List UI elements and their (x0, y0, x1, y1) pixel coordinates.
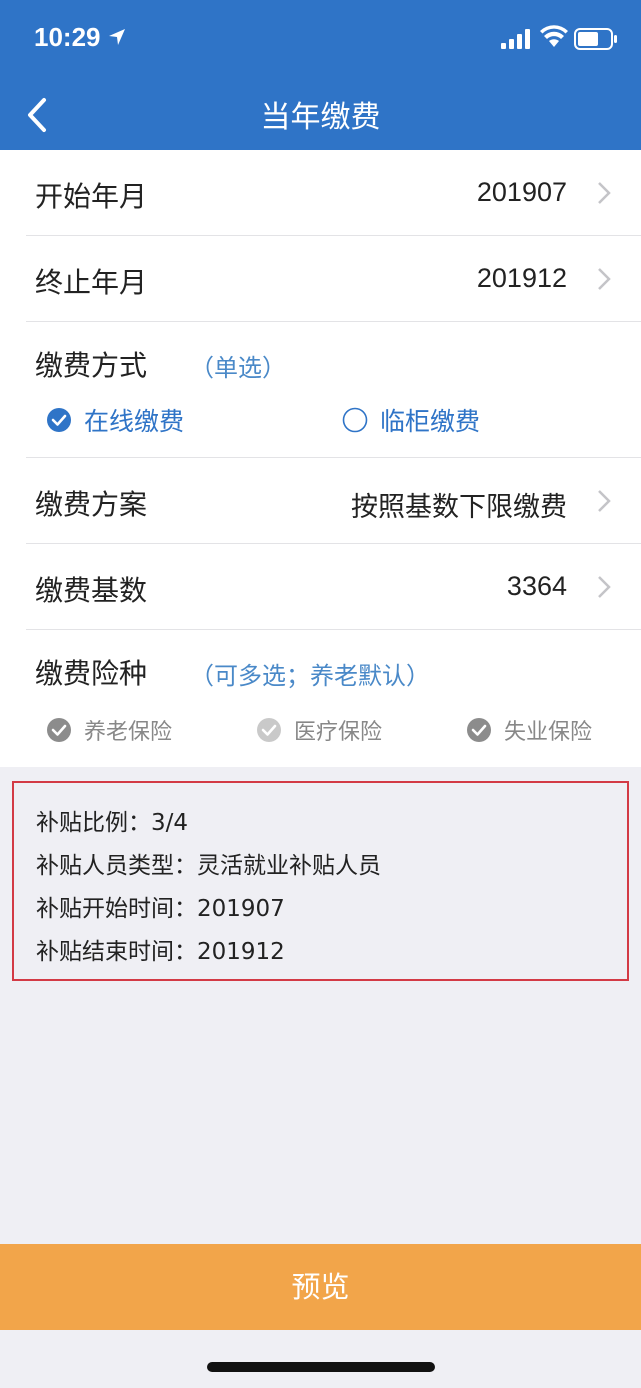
option-medical-insurance[interactable]: 医疗保险 (256, 714, 382, 746)
wifi-icon (540, 25, 568, 47)
option-unemployment-insurance[interactable]: 失业保险 (466, 714, 592, 746)
start-month-label: 开始年月 (35, 180, 148, 213)
payment-method-label: 缴费方式 (35, 349, 148, 382)
option-pension-label: 养老保险 (84, 720, 173, 745)
radio-unchecked-icon (342, 407, 368, 433)
radio-checked-icon (47, 408, 71, 432)
chevron-right-icon (598, 576, 611, 598)
insurance-section: 缴费险种 （可多选；养老默认） 养老保险 医疗保险 失业保险 (26, 630, 641, 767)
check-circle-icon (467, 718, 491, 742)
base-value: 3364 (506, 571, 567, 601)
end-month-row[interactable]: 终止年月 201912 (26, 236, 641, 322)
option-online-payment-label: 在线缴费 (84, 407, 185, 436)
payment-method-hint: （单选） (190, 354, 286, 382)
page-title: 当年缴费 (260, 100, 381, 135)
option-counter-payment-label: 临柜缴费 (380, 407, 481, 436)
subsidy-info-box: 补贴比例：3/4 补贴人员类型：灵活就业补贴人员 补贴开始时间：201907 补… (12, 781, 629, 981)
subsidy-person-type: 补贴人员类型：灵活就业补贴人员 (36, 853, 381, 879)
base-row[interactable]: 缴费基数 3364 (26, 544, 641, 630)
option-online-payment[interactable]: 在线缴费 (46, 402, 184, 438)
subsidy-start-time: 补贴开始时间：201907 (36, 896, 285, 922)
preview-button[interactable]: 预览 (0, 1244, 641, 1330)
check-circle-icon (257, 718, 281, 742)
insurance-label: 缴费险种 (35, 657, 148, 690)
app-header: 10:29 当年缴费 (0, 0, 641, 150)
base-label: 缴费基数 (35, 574, 148, 607)
plan-row[interactable]: 缴费方案 按照基数下限缴费 (26, 458, 641, 544)
end-month-value: 201912 (476, 263, 567, 293)
option-pension-insurance[interactable]: 养老保险 (46, 714, 172, 746)
home-indicator (207, 1362, 435, 1372)
cellular-signal-icon (501, 29, 530, 49)
insurance-hint: （可多选；养老默认） (190, 662, 430, 690)
location-arrow-icon (109, 29, 125, 45)
chevron-right-icon (598, 182, 611, 204)
start-month-value: 201907 (476, 177, 567, 207)
plan-label: 缴费方案 (35, 488, 148, 521)
status-bar: 10:29 (0, 0, 641, 78)
status-time: 10:29 (34, 22, 101, 52)
payment-form: 开始年月 201907 终止年月 201912 缴费方式 （单选） 在线缴费 临… (0, 150, 641, 767)
chevron-right-icon (598, 490, 611, 512)
option-medical-label: 医疗保险 (294, 720, 383, 745)
start-month-row[interactable]: 开始年月 201907 (26, 150, 641, 236)
subsidy-ratio: 补贴比例：3/4 (36, 810, 189, 836)
option-unemployment-label: 失业保险 (504, 720, 593, 745)
check-circle-icon (47, 718, 71, 742)
option-counter-payment[interactable]: 临柜缴费 (342, 402, 480, 438)
plan-value: 按照基数下限缴费 (351, 492, 567, 523)
chevron-right-icon (598, 268, 611, 290)
subsidy-end-time: 补贴结束时间：201912 (36, 939, 285, 965)
payment-method-section: 缴费方式 （单选） 在线缴费 临柜缴费 (26, 322, 641, 458)
battery-icon (574, 28, 617, 50)
end-month-label: 终止年月 (35, 266, 148, 299)
